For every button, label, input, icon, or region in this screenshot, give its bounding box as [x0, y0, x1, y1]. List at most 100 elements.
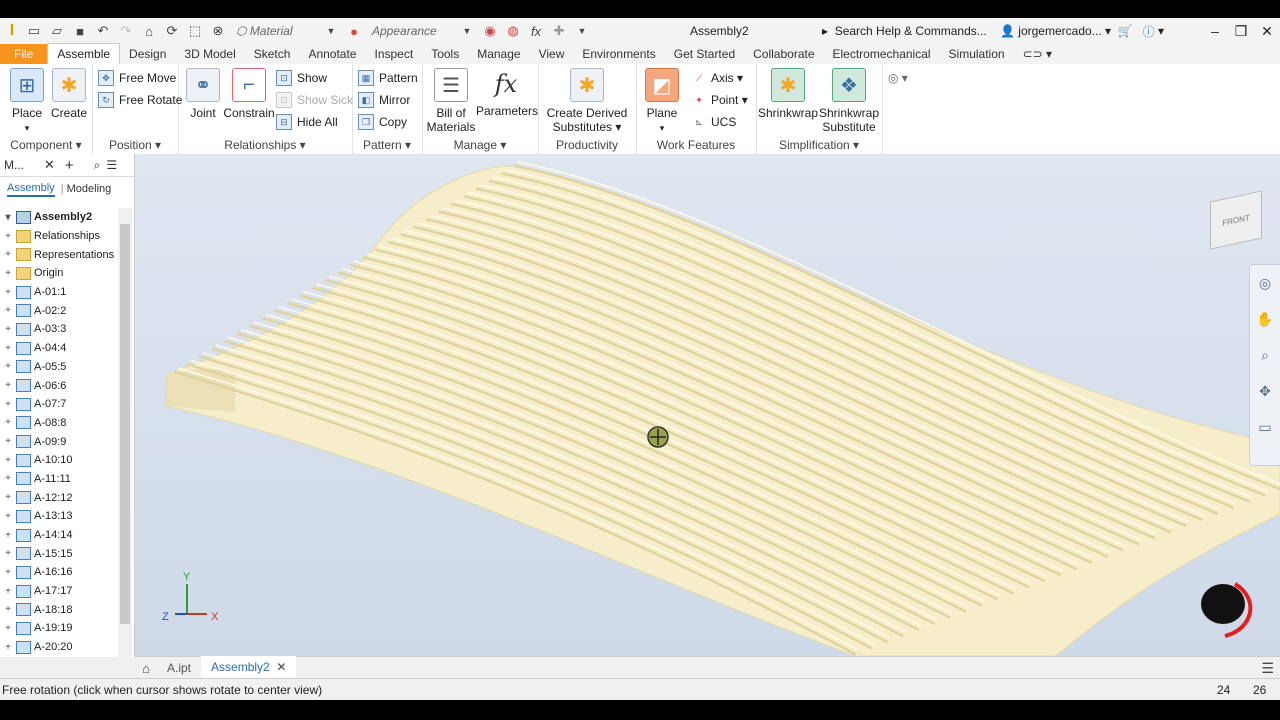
home-icon[interactable]: ⌂	[139, 21, 159, 41]
tab-assembly[interactable]: Assembly	[7, 182, 55, 197]
ribbon-options-icon[interactable]: ⊂⊃ ▾	[1014, 44, 1061, 64]
tree-item-part[interactable]: + A-01:1	[0, 283, 118, 302]
tree-item-part[interactable]: + A-10:10	[0, 451, 118, 470]
group-label-relationships[interactable]: Relationships ▾	[178, 138, 352, 152]
plane-button[interactable]: ◩ Plane ▾	[640, 68, 684, 134]
dropdown-icon[interactable]: ▼	[457, 21, 477, 41]
expand-icon[interactable]: +	[3, 361, 13, 372]
tree-item-part[interactable]: + A-14:14	[0, 526, 118, 545]
tree-root[interactable]: ▾ Assembly2	[0, 208, 118, 227]
add-browser-icon[interactable]: +	[65, 157, 74, 174]
graphics-viewport[interactable]: X Y Z FRONT ◎ ✋ ⌕ ✥ ▭	[135, 154, 1280, 656]
search-icon[interactable]: ⌕	[94, 158, 101, 173]
tree-item-part[interactable]: + A-02:2	[0, 301, 118, 320]
create-button[interactable]: ✱ Create	[46, 68, 92, 120]
expand-icon[interactable]: +	[3, 417, 13, 428]
dropdown-icon[interactable]: ▼	[321, 21, 341, 41]
tab-tools[interactable]: Tools	[422, 44, 468, 64]
expand-icon[interactable]: +	[3, 268, 13, 279]
tree-item-part[interactable]: + A-03:3	[0, 320, 118, 339]
create-derived-substitutes-button[interactable]: ✱ Create Derived Substitutes ▾	[542, 68, 632, 134]
joint-button[interactable]: ⚭ Joint	[180, 68, 226, 120]
group-label-component[interactable]: Component ▾	[0, 138, 92, 152]
expand-icon[interactable]: +	[3, 436, 13, 447]
minimize-icon[interactable]: –	[1202, 23, 1228, 40]
document-menu-icon[interactable]: ☰	[1261, 660, 1274, 677]
tree-item-part[interactable]: + A-19:19	[0, 619, 118, 638]
expand-icon[interactable]: +	[3, 231, 13, 242]
parameters-button[interactable]: fx Parameters	[476, 68, 538, 118]
tab-get-started[interactable]: Get Started	[665, 44, 744, 64]
search-help-box[interactable]: ▸ Search Help & Commands...	[822, 21, 992, 41]
tree-item-part[interactable]: + A-09:9	[0, 432, 118, 451]
mirror-button[interactable]: ◧ Mirror	[358, 90, 410, 110]
expand-icon[interactable]: +	[3, 305, 13, 316]
group-label-simplification[interactable]: Simplification ▾	[756, 138, 882, 152]
tree-item-part[interactable]: + A-08:8	[0, 414, 118, 433]
free-rotate-button[interactable]: ↻ Free Rotate	[98, 90, 182, 110]
doc-tab-assembly2[interactable]: Assembly2 ✕	[201, 656, 297, 680]
expand-icon[interactable]: +	[3, 473, 13, 484]
tree-item-origin[interactable]: + Origin	[0, 264, 118, 283]
expand-icon[interactable]: +	[3, 380, 13, 391]
tree-item-part[interactable]: + A-15:15	[0, 544, 118, 563]
tab-file[interactable]: File	[0, 44, 48, 64]
tree-item-part[interactable]: + A-20:20	[0, 638, 118, 657]
point-button[interactable]: ✦ Point ▾	[692, 90, 748, 110]
tab-sketch[interactable]: Sketch	[245, 44, 300, 64]
restore-icon[interactable]: ❐	[1228, 23, 1254, 40]
adjust-icon[interactable]: ◉	[480, 21, 500, 41]
tab-inspect[interactable]: Inspect	[365, 44, 422, 64]
pan-icon[interactable]: ✋	[1250, 301, 1280, 337]
expand-icon[interactable]: +	[3, 455, 13, 466]
help-icon[interactable]: ⓘ	[1143, 23, 1155, 40]
ribbon-more-button[interactable]: ◎ ▾	[888, 68, 908, 88]
customize-icon[interactable]: ▼	[572, 21, 592, 41]
expand-icon[interactable]: +	[3, 642, 13, 653]
new-file-icon[interactable]: ▭	[24, 21, 44, 41]
bill-of-materials-button[interactable]: ☰ Bill of Materials	[426, 68, 476, 134]
shrinkwrap-substitute-button[interactable]: ❖ Shrinkwrap Substitute	[818, 68, 880, 134]
zoom-icon[interactable]: ⌕	[1250, 337, 1280, 373]
plus-icon[interactable]: ✚	[549, 21, 569, 41]
tree-item-relationships[interactable]: + Relationships	[0, 227, 118, 246]
undo-icon[interactable]: ↶	[93, 21, 113, 41]
update-icon[interactable]: ⟳	[162, 21, 182, 41]
tree-item-part[interactable]: + A-04:4	[0, 339, 118, 358]
hide-all-button[interactable]: ⊟ Hide All	[276, 112, 338, 132]
tree-item-part[interactable]: + A-11:11	[0, 470, 118, 489]
open-icon[interactable]: ▱	[47, 21, 67, 41]
shrinkwrap-button[interactable]: ✱ Shrinkwrap	[758, 68, 818, 120]
tab-simulation[interactable]: Simulation	[940, 44, 1014, 64]
tree-item-part[interactable]: + A-07:7	[0, 395, 118, 414]
home-icon[interactable]: ⌂	[135, 661, 157, 676]
expand-icon[interactable]: +	[3, 586, 13, 597]
close-tab-icon[interactable]: ✕	[276, 660, 286, 674]
tree-item-part[interactable]: + A-17:17	[0, 582, 118, 601]
tab-assemble[interactable]: Assemble	[47, 43, 121, 64]
menu-icon[interactable]: ☰	[106, 158, 117, 172]
fx-icon[interactable]: fx	[526, 21, 546, 41]
place-button[interactable]: ⊞ Place ▾	[4, 68, 50, 134]
constrain-button[interactable]: ⌐ Constrain	[222, 68, 276, 120]
close-browser-icon[interactable]: ✕	[44, 157, 55, 173]
close-icon[interactable]: ✕	[1254, 23, 1280, 40]
expand-icon[interactable]: +	[3, 511, 13, 522]
orbit-icon[interactable]: ✥	[1250, 373, 1280, 409]
expand-icon[interactable]: +	[3, 567, 13, 578]
tab-3d-model[interactable]: 3D Model	[175, 44, 244, 64]
expand-icon[interactable]: +	[3, 548, 13, 559]
pattern-button[interactable]: ▦ Pattern	[358, 68, 418, 88]
appearance-sphere-icon[interactable]: ●	[344, 21, 364, 41]
show-sick-button[interactable]: ⊡ Show Sick	[276, 90, 353, 110]
color-override-icon[interactable]: ⊗	[208, 21, 228, 41]
scrollbar-thumb[interactable]	[120, 224, 130, 624]
expand-icon[interactable]: +	[3, 324, 13, 335]
group-label-position[interactable]: Position ▾	[92, 138, 178, 152]
user-account[interactable]: 👤 jorgemercado... ▾ 🛒 ⓘ ▾	[1000, 23, 1164, 40]
expand-icon[interactable]: +	[3, 399, 13, 410]
cart-icon[interactable]: 🛒	[1118, 24, 1133, 38]
redo-icon[interactable]: ↷	[116, 21, 136, 41]
select-icon[interactable]: ⬚	[185, 21, 205, 41]
expand-icon[interactable]: +	[3, 492, 13, 503]
